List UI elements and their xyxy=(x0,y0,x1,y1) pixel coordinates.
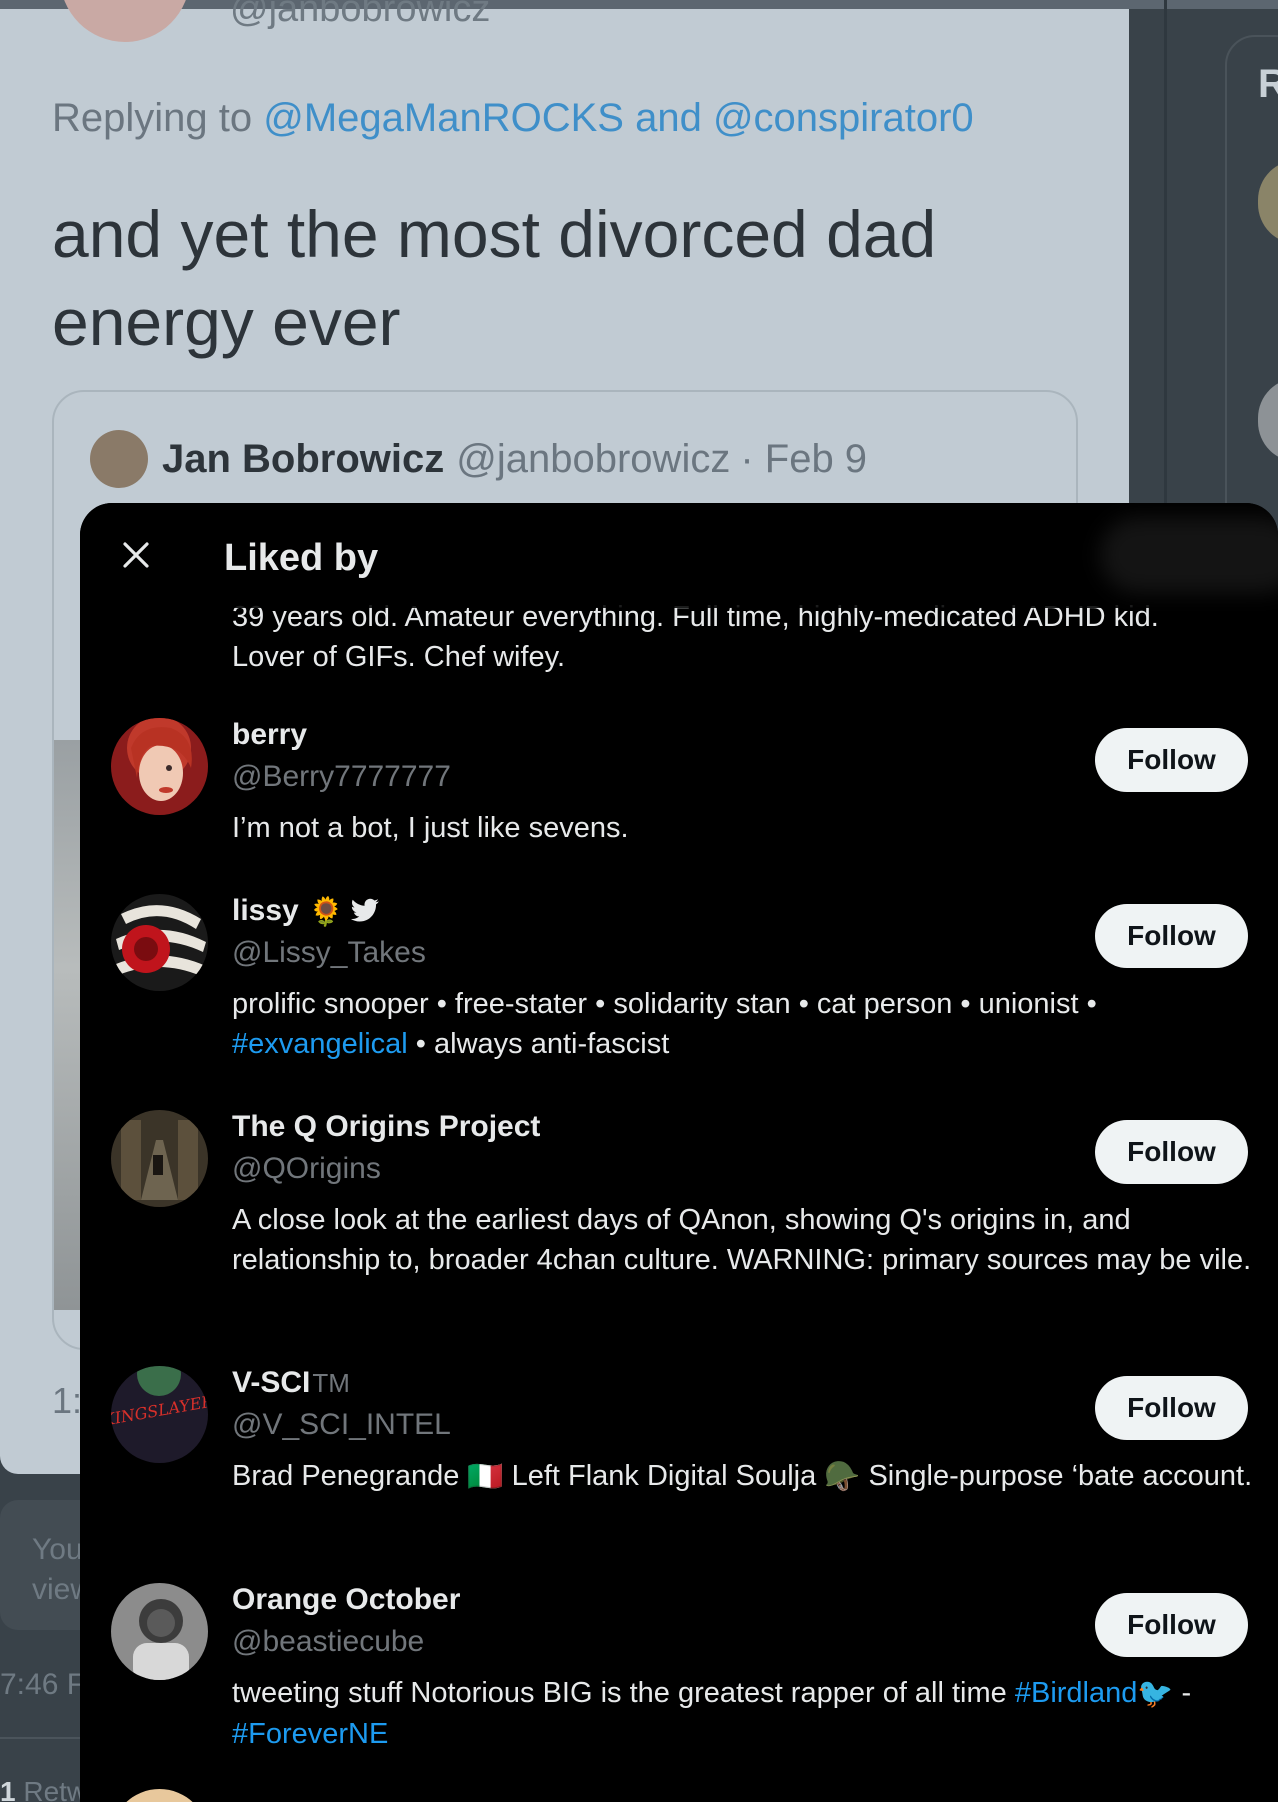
follow-button[interactable]: Follow xyxy=(1095,1593,1248,1657)
user-bio: I’m not a bot, I just like sevens. xyxy=(232,812,629,844)
avatar-image xyxy=(111,718,208,815)
modal-header: Liked by xyxy=(80,503,1278,608)
bio-text: Brad Penegrande xyxy=(232,1460,468,1492)
avatar-image xyxy=(111,894,208,991)
user-bio: prolific snooper • free-stater • solidar… xyxy=(232,984,1262,1064)
user-name-text: lissy xyxy=(232,894,299,927)
replying-and: and xyxy=(623,96,713,140)
mention-conspirator0[interactable]: @conspirator0 xyxy=(713,96,974,140)
orioles-bird-icon: 🐦 xyxy=(1137,1678,1174,1711)
previous-user-bio: 39 years old. Amateur everything. Full t… xyxy=(232,597,1252,677)
user-name[interactable]: Orange October xyxy=(232,1583,460,1617)
follow-button[interactable]: Follow xyxy=(1095,1120,1248,1184)
user-handle[interactable]: @Berry7777777 xyxy=(232,760,451,794)
bird-icon xyxy=(350,898,379,922)
tweet-text: and yet the most divorced dad energy eve… xyxy=(52,197,937,359)
hashtag-link[interactable]: #Birdland xyxy=(1015,1677,1138,1709)
follow-button[interactable]: Follow xyxy=(1095,728,1248,792)
quoted-author-name: Jan Bobrowicz xyxy=(162,436,445,481)
header-blur xyxy=(1100,517,1278,593)
helmet-icon: 🪖 xyxy=(824,1461,861,1494)
user-bio: tweeting stuff Notorious BIG is the grea… xyxy=(232,1673,1262,1754)
close-icon xyxy=(123,542,149,568)
quoted-tweet-header: Jan Bobrowicz @janbobrowicz · Feb 9 xyxy=(90,430,867,488)
user-name[interactable]: V-SCI TM xyxy=(232,1366,350,1400)
user-name-text: V-SCI xyxy=(232,1366,311,1399)
bio-text: Single-purpose ‘bate account. xyxy=(860,1460,1253,1492)
bio-text: tweeting stuff Notorious BIG is the grea… xyxy=(232,1677,1015,1709)
user-handle[interactable]: @beastiecube xyxy=(232,1625,424,1659)
quoted-author-handle: @janbobrowicz xyxy=(456,436,731,481)
avatar-image: KINGSLAYER xyxy=(111,1366,208,1463)
bio-text: • always anti-fascist xyxy=(407,1028,670,1060)
avatar[interactable] xyxy=(111,1583,208,1680)
liked-by-modal: Liked by 39 years old. Amateur everythin… xyxy=(80,503,1278,1802)
user-handle[interactable]: @Lissy_Takes xyxy=(232,936,426,970)
replying-prefix: Replying to xyxy=(52,96,264,140)
avatar[interactable] xyxy=(111,1789,208,1802)
bio-text: - xyxy=(1173,1677,1192,1709)
follow-button[interactable]: Follow xyxy=(1095,904,1248,968)
avatar-image xyxy=(111,1110,208,1207)
user-handle[interactable]: @V_SCI_INTEL xyxy=(232,1408,451,1442)
modal-title: Liked by xyxy=(224,537,379,579)
avatar[interactable] xyxy=(111,894,208,991)
mention-megamanrocks[interactable]: @MegaManROCKS xyxy=(263,96,624,140)
avatar[interactable]: KINGSLAYER xyxy=(111,1366,208,1463)
italy-flag-icon: 🇮🇹 xyxy=(467,1461,504,1494)
retweet-number: 1 xyxy=(0,1776,16,1802)
media-time: 1: xyxy=(52,1380,83,1421)
retweet-count[interactable]: 1 Retw xyxy=(0,1776,87,1802)
user-handle[interactable]: @QOrigins xyxy=(232,1152,381,1186)
tweet-timestamp: 7:46 F xyxy=(0,1668,86,1701)
bio-text: Left Flank Digital Soulja xyxy=(503,1460,825,1492)
hashtag-link[interactable]: #exvangelical xyxy=(232,1028,408,1060)
user-name[interactable]: berry xyxy=(232,718,307,752)
avatar[interactable] xyxy=(111,1110,208,1207)
follow-button[interactable]: Follow xyxy=(1095,1376,1248,1440)
replying-to: Replying to @MegaManROCKS and @conspirat… xyxy=(52,96,974,141)
right-panel-heading: R xyxy=(1258,62,1278,106)
bio-text: prolific snooper • free-stater • solidar… xyxy=(232,988,1097,1020)
user-bio: Brad Penegrande 🇮🇹 Left Flank Digital So… xyxy=(232,1456,1262,1497)
author-handle: @janbobrowicz xyxy=(230,0,491,30)
quoted-author-avatar xyxy=(90,430,148,488)
sunflower-icon: 🌻 xyxy=(308,895,344,927)
top-strip xyxy=(0,0,1278,9)
avatar[interactable] xyxy=(111,718,208,815)
user-name[interactable]: lissy 🌻 xyxy=(232,894,380,928)
previous-bio-line-2: Lover of GIFs. Chef wifey. xyxy=(232,641,566,673)
quoted-date: · Feb 9 xyxy=(740,436,868,481)
close-button[interactable] xyxy=(110,529,162,581)
user-name[interactable]: The Q Origins Project xyxy=(232,1110,540,1144)
user-bio: A close look at the earliest days of QAn… xyxy=(232,1204,1252,1276)
hashtag-link[interactable]: #ForeverNE xyxy=(232,1718,388,1750)
avatar-image xyxy=(111,1583,208,1680)
trademark-suffix: TM xyxy=(312,1367,350,1398)
retweet-label: Retw xyxy=(15,1776,88,1802)
